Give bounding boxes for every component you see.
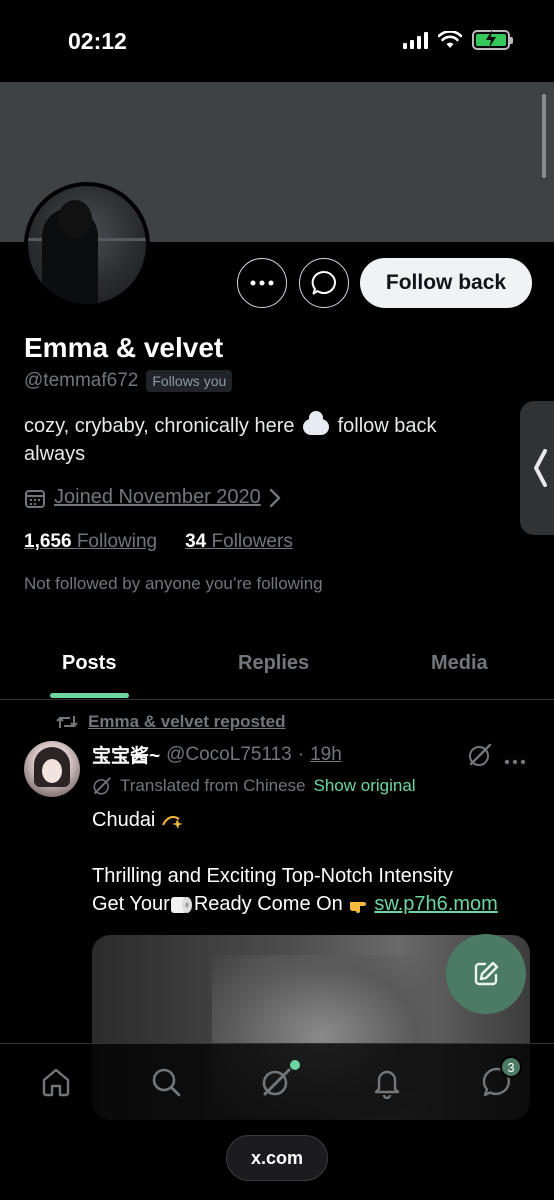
bell-icon xyxy=(374,1070,400,1099)
repost-by[interactable]: Emma & velvet reposted xyxy=(88,712,285,732)
home-icon xyxy=(42,1068,70,1097)
post-author-name[interactable]: 宝宝酱~ xyxy=(92,741,160,768)
post-body: Chudai Thrilling and Exciting Top-Notch … xyxy=(92,806,532,918)
follow-stats: 1,656 Following 34 Followers xyxy=(24,531,293,553)
grok-icon xyxy=(262,1068,291,1096)
status-bar: 02:12 xyxy=(0,0,554,82)
battery-icon xyxy=(472,30,513,50)
joined-date[interactable]: Joined November 2020 xyxy=(24,486,281,509)
tab-replies[interactable]: Replies xyxy=(238,652,309,675)
post-more-button[interactable] xyxy=(504,752,526,770)
chevron-left-icon xyxy=(534,449,547,487)
translation-notice: Translated from Chinese Show original xyxy=(92,776,416,796)
more-icon xyxy=(250,280,274,286)
grok-icon xyxy=(93,777,111,795)
toilet-paper-emoji xyxy=(170,896,192,913)
compose-icon xyxy=(474,961,499,986)
pointing-hand-emoji xyxy=(350,901,367,913)
mutuals-note: Not followed by anyone you’re following xyxy=(24,574,323,593)
profile-display-name: Emma & velvet xyxy=(24,332,224,363)
more-icon xyxy=(504,759,526,765)
message-icon xyxy=(311,270,336,295)
grok-icon xyxy=(469,743,492,766)
active-tab-indicator xyxy=(50,693,129,698)
repost-icon xyxy=(56,716,78,728)
compose-button[interactable] xyxy=(446,934,526,1014)
url-pill[interactable]: x.com xyxy=(226,1135,328,1181)
tab-media[interactable]: Media xyxy=(431,652,488,675)
translated-label: Translated from Chinese xyxy=(120,776,306,795)
follow-back-button[interactable]: Follow back xyxy=(360,258,532,308)
joined-text[interactable]: Joined November 2020 xyxy=(54,486,261,509)
show-original-link[interactable]: Show original xyxy=(314,776,416,796)
status-time: 02:12 xyxy=(68,28,127,54)
post-header: 宝宝酱~ @CocoL75113 · 19h xyxy=(92,741,342,768)
wifi-icon xyxy=(438,31,462,48)
grok-new-dot xyxy=(290,1060,300,1070)
scrollbar[interactable] xyxy=(542,94,546,178)
profile-tabs: Posts Replies Media xyxy=(0,640,554,700)
post-link[interactable]: sw.p7h6.mom xyxy=(374,893,497,915)
dizzy-emoji xyxy=(162,815,183,829)
nav-search[interactable] xyxy=(146,1062,186,1102)
status-icons xyxy=(403,30,513,50)
message-button[interactable] xyxy=(299,258,349,308)
nav-home[interactable] xyxy=(36,1062,76,1102)
profile-bio: cozy, crybaby, chronically here follow b… xyxy=(24,410,494,468)
handle-row: @temmaf672 Follows you xyxy=(24,370,233,392)
chevron-right-icon xyxy=(269,488,280,507)
post-author-handle[interactable]: @CocoL75113 xyxy=(166,744,292,766)
grok-button[interactable] xyxy=(467,742,493,773)
search-icon xyxy=(152,1068,181,1097)
followers-stat[interactable]: 34 Followers xyxy=(185,531,293,553)
post-line-3b: Ready Come On xyxy=(193,893,343,915)
post-author-avatar[interactable] xyxy=(24,741,80,797)
post-separator: · xyxy=(297,743,305,765)
messages-badge: 3 xyxy=(500,1056,522,1078)
more-options-button[interactable] xyxy=(237,258,287,308)
bio-text-1: cozy, crybaby, chronically here xyxy=(24,415,295,437)
side-pull-tab[interactable] xyxy=(520,401,554,535)
tab-posts[interactable]: Posts xyxy=(62,652,116,675)
post-line-2: Thrilling and Exciting Top-Notch Intensi… xyxy=(92,865,453,887)
nav-notifications[interactable] xyxy=(367,1062,407,1102)
bottom-nav xyxy=(0,1043,554,1120)
profile-handle: @temmaf672 xyxy=(24,370,139,391)
repost-context: Emma & velvet reposted xyxy=(56,712,285,732)
post-line-3a: Get Your xyxy=(92,893,170,915)
profile-avatar[interactable] xyxy=(24,182,150,308)
post-line-1: Chudai xyxy=(92,809,156,831)
post-time[interactable]: 19h xyxy=(310,744,342,766)
cloud-emoji xyxy=(303,410,330,435)
following-stat[interactable]: 1,656 Following xyxy=(24,531,157,553)
follows-you-badge: Follows you xyxy=(146,370,233,392)
signal-icon xyxy=(403,31,428,49)
calendar-icon xyxy=(25,489,45,508)
